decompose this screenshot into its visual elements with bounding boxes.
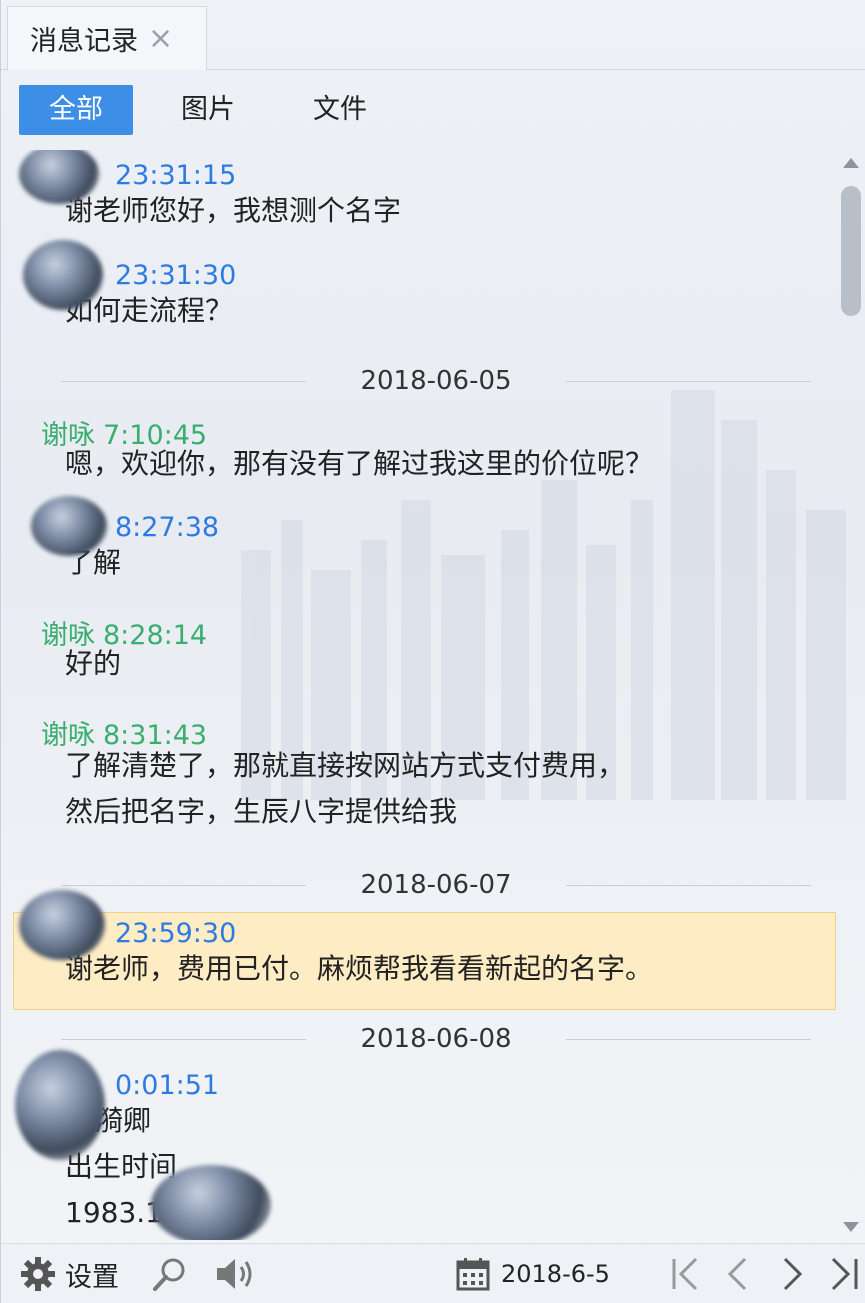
tab-message-history[interactable]: 消息记录 × [7, 6, 207, 70]
scrollbar-thumb[interactable] [841, 186, 861, 316]
blurred-avatar [151, 1165, 271, 1240]
blurred-avatar [15, 1050, 105, 1160]
date-label: 2018-06-08 [360, 1024, 512, 1054]
prev-page-button[interactable] [723, 1256, 753, 1292]
filter-images[interactable]: 图片 [151, 85, 265, 135]
footer-toolbar: 设置 2018-6-5 [1, 1243, 865, 1303]
message-text: 了解清楚了，那就直接按网站方式支付费用， [65, 749, 626, 782]
message-time: 23:59:30 [115, 918, 237, 949]
message-time: 0:01:51 [115, 1070, 220, 1101]
sound-button[interactable] [213, 1256, 257, 1292]
date-label: 2018-06-07 [360, 870, 512, 900]
blurred-avatar [31, 496, 107, 556]
scroll-down-icon[interactable] [843, 1222, 859, 1232]
blurred-avatar [23, 240, 103, 310]
message-text: 谢老师，费用已付。麻烦帮我看看新起的名字。 [65, 952, 654, 985]
message-time: 8:27:38 [115, 512, 220, 543]
message-text: 嗯，欢迎你，那有没有了解过我这里的价位呢？ [65, 447, 654, 480]
speaker-icon [217, 1259, 252, 1289]
tab-title: 消息记录 [30, 26, 138, 57]
search-icon [153, 1258, 185, 1291]
gear-icon [21, 1257, 55, 1291]
message-text: 然后把名字，生辰八字提供给我 [65, 795, 458, 828]
date-label: 2018-06-05 [360, 366, 512, 396]
date-separator: 2018-06-05 [61, 361, 811, 401]
last-page-button[interactable] [827, 1256, 861, 1292]
date-picker[interactable]: 2018-6-5 [455, 1256, 610, 1292]
message-list: 23:31:15 谢老师您好，我想测个名字 23:31:30 如何走流程？ 20… [1, 150, 836, 1240]
first-page-button[interactable] [669, 1256, 703, 1292]
message-time: 23:31:15 [115, 160, 237, 191]
settings-button[interactable]: 设置 [19, 1256, 119, 1293]
close-icon[interactable]: × [148, 23, 173, 54]
next-page-icon [783, 1257, 803, 1291]
tab-bar: 消息记录 × [1, 0, 865, 70]
filter-files[interactable]: 文件 [283, 85, 397, 135]
date-separator: 2018-06-07 [61, 865, 811, 905]
message-text: 1983.1 [65, 1196, 163, 1229]
settings-label: 设置 [65, 1261, 119, 1293]
list-item: 谢咏 8:28:14 好的 [41, 613, 207, 680]
search-button[interactable] [151, 1256, 189, 1292]
calendar-icon [456, 1258, 490, 1291]
last-page-icon [831, 1257, 858, 1291]
message-text: 好的 [65, 647, 122, 680]
message-history-window: 消息记录 × 全部 图片 文件 23:31:15 谢老师您好，我想测个名字 23… [0, 0, 865, 1303]
message-time: 23:31:30 [115, 260, 237, 291]
filter-all[interactable]: 全部 [19, 85, 133, 135]
filter-tabs: 全部 图片 文件 [19, 85, 415, 135]
scrollbar[interactable] [837, 150, 865, 1240]
next-page-button[interactable] [777, 1256, 807, 1292]
list-item: 谢咏 7:10:45 嗯，欢迎你，那有没有了解过我这里的价位呢？ [41, 413, 653, 480]
scroll-up-icon[interactable] [843, 158, 859, 168]
list-item: 谢咏 8:31:43 了解清楚了，那就直接按网站方式支付费用， 然后把名字，生辰八… [41, 713, 625, 828]
date-separator: 2018-06-08 [61, 1019, 811, 1059]
date-value: 2018-6-5 [501, 1260, 610, 1288]
blurred-avatar [19, 890, 105, 960]
prev-page-icon [727, 1257, 747, 1291]
message-text: 谢老师您好，我想测个名字 [65, 194, 402, 227]
first-page-icon [672, 1257, 698, 1291]
